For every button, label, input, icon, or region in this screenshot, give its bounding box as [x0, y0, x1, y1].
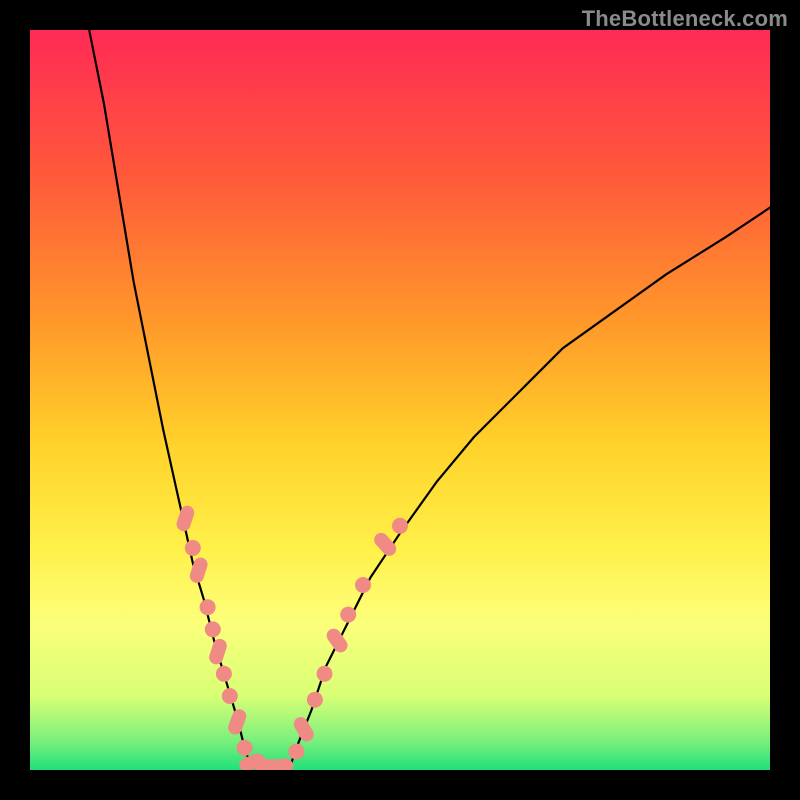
marker-dot: [392, 518, 408, 534]
marker-dot: [216, 666, 232, 682]
gradient-background: [30, 30, 770, 770]
marker-dot: [355, 577, 371, 593]
chart-svg: [30, 30, 770, 770]
marker-dot: [317, 666, 333, 682]
chart-stage: TheBottleneck.com: [0, 0, 800, 800]
marker-dot: [288, 744, 304, 760]
marker-dot: [237, 740, 253, 756]
watermark-label: TheBottleneck.com: [582, 6, 788, 32]
marker-dot: [307, 692, 323, 708]
marker-dot: [340, 607, 356, 623]
marker-dot: [205, 621, 221, 637]
marker-dot: [200, 599, 216, 615]
marker-dot: [185, 540, 201, 556]
marker-dot: [222, 688, 238, 704]
